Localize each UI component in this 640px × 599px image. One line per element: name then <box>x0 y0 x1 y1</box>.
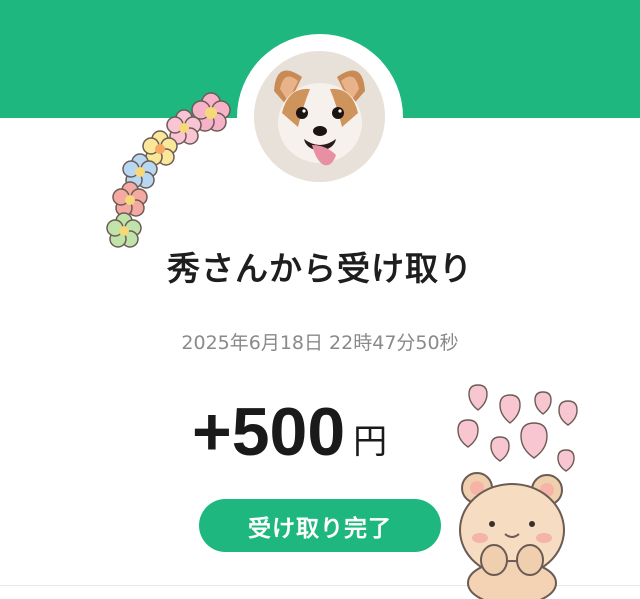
amount-value: +500 <box>192 394 346 470</box>
amount-currency: 円 <box>353 422 388 462</box>
divider <box>0 585 640 586</box>
transfer-datetime: 2025年6月18日 22時47分50秒 <box>181 332 459 354</box>
hearts-sticker-icon <box>457 384 578 472</box>
status-badge: 受け取り完了 <box>199 499 441 552</box>
sender-avatar[interactable] <box>254 51 385 182</box>
dog-avatar-icon <box>254 51 385 182</box>
transfer-amount: +500 円 <box>192 395 387 469</box>
bear-sticker-icon <box>459 472 565 599</box>
transfer-title: 秀さんから受け取り <box>167 249 473 288</box>
